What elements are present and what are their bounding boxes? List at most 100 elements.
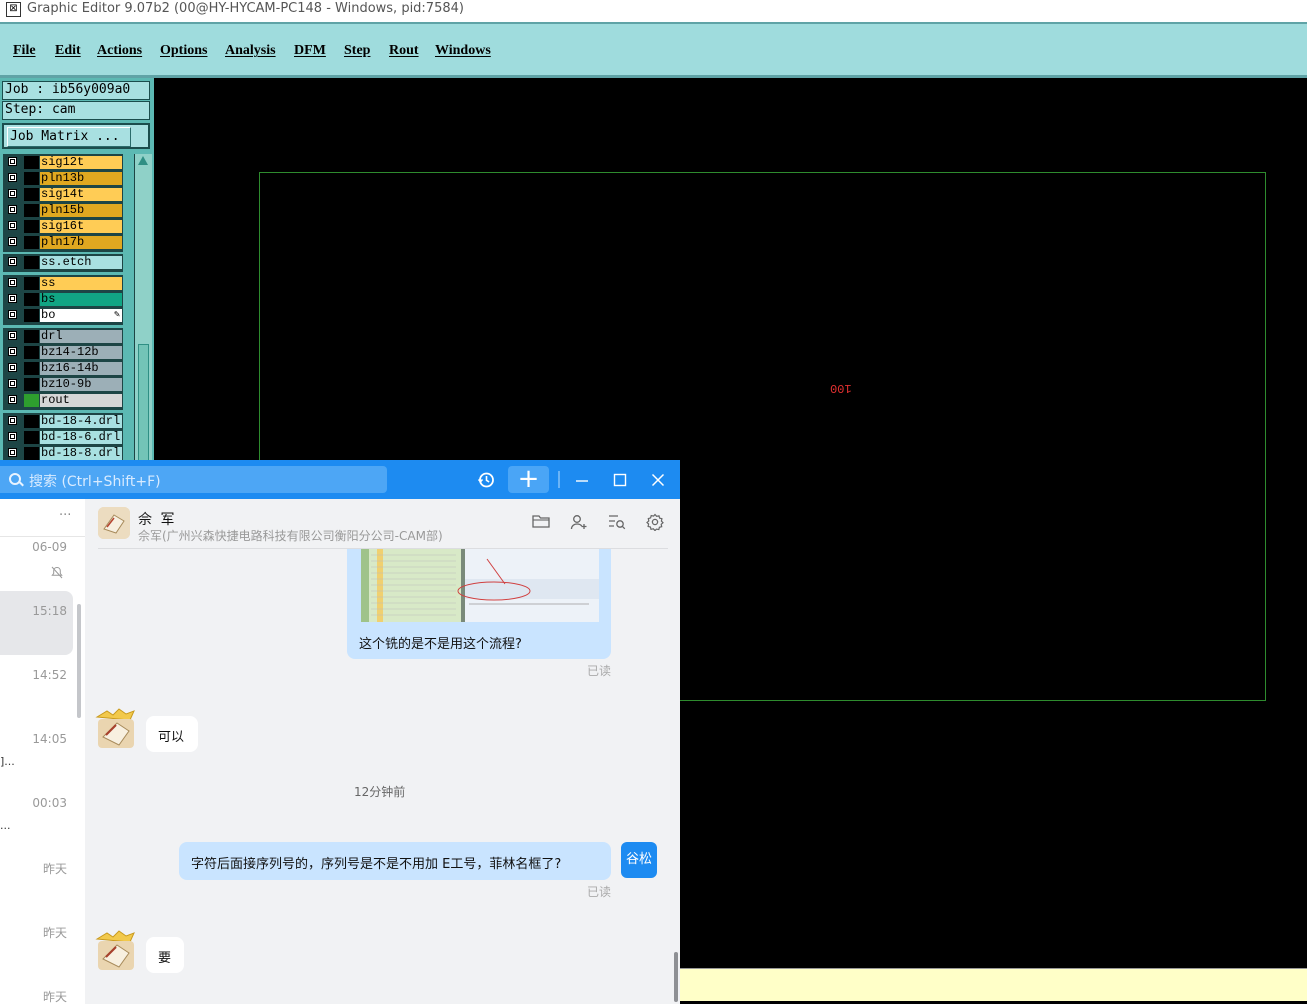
layer-row[interactable]: bz14-12b xyxy=(4,345,122,360)
menu-options[interactable]: Options xyxy=(160,43,207,59)
job-matrix-button[interactable]: Job Matrix ... xyxy=(2,123,150,149)
layer-checkbox[interactable] xyxy=(8,278,17,287)
layer-row[interactable]: bd-18-6.drl xyxy=(4,430,122,445)
conversation-time: 昨天 xyxy=(42,926,67,940)
maximize-icon[interactable] xyxy=(608,460,632,499)
conversation-preview: ... xyxy=(0,819,11,832)
layer-row[interactable]: ss.etch xyxy=(4,255,122,270)
menu-rout[interactable]: Rout xyxy=(389,43,419,59)
layer-row[interactable]: bd-18-4.drl xyxy=(4,414,122,429)
layer-checkbox[interactable] xyxy=(8,379,17,388)
layer-row[interactable]: bz10-9b xyxy=(4,377,122,392)
layer-checkbox[interactable] xyxy=(8,448,17,457)
layer-checkbox[interactable] xyxy=(8,294,17,303)
layer-name[interactable]: bz14-12b xyxy=(40,346,122,359)
layer-checkbox[interactable] xyxy=(8,363,17,372)
layer-checkbox[interactable] xyxy=(8,173,17,182)
layer-checkbox[interactable] xyxy=(8,395,17,404)
menu-actions[interactable]: Actions xyxy=(97,43,142,59)
sender-avatar[interactable] xyxy=(93,707,139,749)
layer-checkbox[interactable] xyxy=(8,331,17,340)
layer-row[interactable]: sig12t xyxy=(4,155,122,170)
search-history-icon[interactable] xyxy=(607,513,627,533)
layer-checkbox[interactable] xyxy=(8,157,17,166)
folder-icon[interactable] xyxy=(531,513,551,533)
layer-name[interactable]: bz16-14b xyxy=(40,362,122,375)
minimize-icon[interactable] xyxy=(570,460,594,499)
layer-checkbox[interactable] xyxy=(8,432,17,441)
layer-list-scrollbar[interactable] xyxy=(134,154,152,468)
menu-windows[interactable]: Windows xyxy=(435,43,491,59)
layer-checkbox[interactable] xyxy=(8,257,17,266)
conversation-preview: ]... xyxy=(0,755,15,768)
layer-name-text: bo xyxy=(41,309,56,322)
layer-name[interactable]: bd-18-6.drl xyxy=(40,431,122,444)
menu-dfm[interactable]: DFM xyxy=(294,43,326,59)
menu-edit[interactable]: Edit xyxy=(55,43,81,59)
outgoing-message[interactable]: 字符后面接序列号的，序列号是不是不用加 E工号，菲林名框了? xyxy=(179,842,611,880)
layer-name[interactable]: sig14t xyxy=(40,188,122,201)
layer-row[interactable]: bd-18-8.drl xyxy=(4,446,122,461)
read-receipt: 已读 xyxy=(587,664,612,678)
layer-color-swatch xyxy=(24,256,39,269)
layer-checkbox[interactable] xyxy=(8,205,17,214)
layer-row[interactable]: rout xyxy=(4,393,122,408)
layer-row[interactable]: sig16t xyxy=(4,219,122,234)
layer-checkbox[interactable] xyxy=(8,189,17,198)
add-member-icon[interactable] xyxy=(569,513,589,533)
layer-row[interactable]: pln13b xyxy=(4,171,122,186)
more-icon[interactable]: ··· xyxy=(59,508,71,523)
conversation-list[interactable]: ··· 06-09 15:18 14:52 14:05 ]... 00:03 .… xyxy=(0,499,85,1004)
history-icon[interactable] xyxy=(474,460,498,499)
job-name: Job : ib56y009a0 xyxy=(2,81,150,100)
menu-bar: File Edit Actions Options Analysis DFM S… xyxy=(0,22,1307,78)
menu-analysis[interactable]: Analysis xyxy=(225,43,276,59)
conversation-item-selected[interactable] xyxy=(0,591,73,655)
layer-checkbox[interactable] xyxy=(8,310,17,319)
menu-step[interactable]: Step xyxy=(344,43,370,59)
scroll-up-arrow-icon[interactable] xyxy=(138,156,148,165)
message-scrollbar[interactable] xyxy=(674,952,678,1002)
layer-name[interactable]: pln15b xyxy=(40,204,122,217)
settings-gear-icon[interactable] xyxy=(645,513,665,533)
own-avatar[interactable]: 谷松 xyxy=(621,842,657,878)
layer-row-active[interactable]: bo ✎ xyxy=(4,308,122,323)
layer-row[interactable]: bs xyxy=(4,292,122,307)
close-icon[interactable] xyxy=(646,460,670,499)
layer-name[interactable]: bd-18-8.drl xyxy=(40,447,122,460)
add-button[interactable]: + xyxy=(508,466,549,493)
layer-name[interactable]: sig16t xyxy=(40,220,122,233)
layer-row[interactable]: drl xyxy=(4,329,122,344)
list-scrollbar[interactable] xyxy=(77,604,81,718)
layer-name[interactable]: rout xyxy=(40,394,122,407)
layer-checkbox[interactable] xyxy=(8,237,17,246)
layer-row[interactable]: sig14t xyxy=(4,187,122,202)
edit-pencil-icon: ✎ xyxy=(113,310,120,321)
layer-row[interactable]: bz16-14b xyxy=(4,361,122,376)
incoming-message[interactable]: 要 xyxy=(146,937,184,973)
layer-row[interactable]: pln17b xyxy=(4,235,122,250)
layer-checkbox[interactable] xyxy=(8,416,17,425)
message-screenshot-image[interactable] xyxy=(361,549,599,622)
layer-checkbox[interactable] xyxy=(8,221,17,230)
outgoing-message[interactable]: 这个铣的是不是用这个流程? xyxy=(347,549,611,659)
contact-avatar[interactable] xyxy=(98,507,130,539)
layer-name[interactable]: bs xyxy=(40,293,122,306)
layer-row[interactable]: ss xyxy=(4,276,122,291)
layer-checkbox[interactable] xyxy=(8,347,17,356)
search-input[interactable]: 搜索 (Ctrl+Shift+F) xyxy=(0,466,387,493)
sender-avatar[interactable] xyxy=(93,929,139,971)
layer-name[interactable]: pln13b xyxy=(40,172,122,185)
menu-file[interactable]: File xyxy=(13,43,36,59)
layer-row[interactable]: pln15b xyxy=(4,203,122,218)
layer-name[interactable]: bd-18-4.drl xyxy=(40,415,122,428)
layer-name[interactable]: ss xyxy=(40,277,122,290)
layer-name[interactable]: drl xyxy=(40,330,122,343)
layer-name[interactable]: bo ✎ xyxy=(40,309,122,322)
scroll-thumb[interactable] xyxy=(138,344,149,466)
layer-name[interactable]: pln17b xyxy=(40,236,122,249)
incoming-message[interactable]: 可以 xyxy=(146,716,198,752)
layer-name[interactable]: bz10-9b xyxy=(40,378,122,391)
layer-name[interactable]: ss.etch xyxy=(40,256,122,269)
layer-name[interactable]: sig12t xyxy=(40,156,122,169)
